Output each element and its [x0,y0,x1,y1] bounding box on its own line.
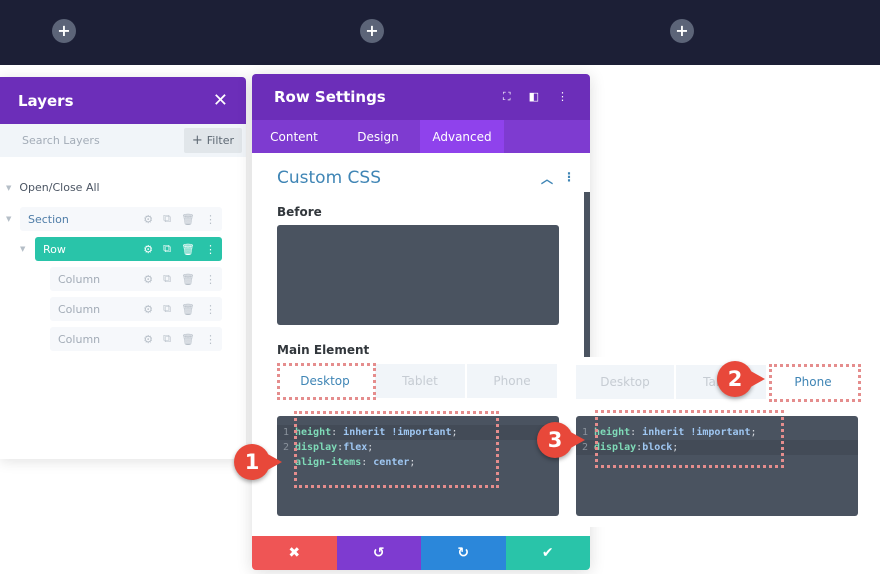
gear-icon[interactable]: ⚙ [143,213,153,226]
more-icon[interactable]: ⋮ [205,243,216,256]
more-icon[interactable]: ⋮ [563,170,575,187]
layers-title: Layers [18,91,74,110]
trash-icon[interactable]: 🗑 [181,213,195,226]
settings-tabs: Content Design Advanced [252,120,590,153]
open-close-all-label: Open/Close All [19,181,100,194]
layer-item-row[interactable]: Row ⚙ ⧉ 🗑 ⋮ [35,237,222,261]
filter-label: Filter [206,134,234,147]
annotation-number: 1 [244,450,260,474]
redo-button[interactable]: ↻ [421,536,506,570]
annotation-badge: 1 [234,444,282,480]
cancel-button[interactable]: ✖ [252,536,337,570]
caret-down-icon: ▼ [6,183,12,192]
layers-panel: Layers ✕ + Filter ▼ Open/Close All ▼ Sec… [0,77,246,459]
layer-label: Column [58,332,101,346]
trash-icon[interactable]: 🗑 [181,273,195,286]
builder-top-bar: + + + [0,0,880,65]
highlight-phone-tab [769,364,861,402]
tab-phone[interactable]: Phone [467,364,557,398]
split-view-icon[interactable]: ◧ [529,90,539,104]
duplicate-icon[interactable]: ⧉ [163,332,171,346]
trash-icon[interactable]: 🗑 [181,243,195,256]
before-css-textarea[interactable] [277,225,559,325]
search-layers-input[interactable] [22,134,162,147]
duplicate-icon[interactable]: ⧉ [163,272,171,286]
line-number: 1 [282,427,289,438]
gear-icon[interactable]: ⚙ [143,303,153,316]
duplicate-icon[interactable]: ⧉ [163,242,171,256]
layer-label: Column [58,302,101,316]
annotation-number: 3 [547,428,563,452]
add-column-button[interactable]: + [52,19,76,43]
tab-design[interactable]: Design [336,120,420,153]
trash-icon[interactable]: 🗑 [181,303,195,316]
tab-advanced[interactable]: Advanced [420,120,504,153]
highlight-desktop-tab [277,363,376,400]
layers-header: Layers ✕ [0,77,246,124]
layer-item-section[interactable]: Section ⚙ ⧉ 🗑 ⋮ [20,207,222,231]
settings-title: Row Settings [274,88,386,106]
layers-search-row: + Filter [0,124,246,157]
check-icon: ✔ [541,545,554,561]
pointer-arrow [264,452,282,472]
more-icon[interactable]: ⋮ [205,273,216,286]
more-icon[interactable]: ⋮ [557,90,568,104]
plus-icon: + [191,133,203,148]
scrollbar[interactable] [584,192,590,357]
undo-button[interactable]: ↺ [336,536,421,570]
layer-label: Row [43,242,66,256]
settings-footer: ✖ ↺ ↻ ✔ [252,536,590,570]
settings-header: Row Settings ⛶ ◧ ⋮ [252,74,590,120]
more-icon[interactable]: ⋮ [205,303,216,316]
highlight-phone-code [595,410,784,468]
custom-css-heading[interactable]: Custom CSS [277,168,381,188]
pointer-arrow [567,430,585,450]
redo-icon: ↻ [457,545,470,561]
expand-icon[interactable]: ⛶ [503,90,511,104]
chevron-up-icon[interactable]: ︿ [541,170,553,187]
gear-icon[interactable]: ⚙ [143,333,153,346]
annotation-badge: 2 [717,361,765,397]
gear-icon[interactable]: ⚙ [143,273,153,286]
duplicate-icon[interactable]: ⧉ [163,302,171,316]
pointer-arrow [747,369,765,389]
save-button[interactable]: ✔ [505,536,590,570]
tab-content[interactable]: Content [252,120,336,153]
layer-item-column[interactable]: Column ⚙ ⧉ 🗑 ⋮ [50,297,222,321]
more-icon[interactable]: ⋮ [205,213,216,226]
highlight-desktop-code [294,411,499,488]
add-column-button[interactable]: + [360,19,384,43]
tab-desktop[interactable]: Desktop [576,365,674,399]
trash-icon[interactable]: 🗑 [181,333,195,346]
layer-label: Section [28,212,69,226]
more-icon[interactable]: ⋮ [205,333,216,346]
annotation-badge: 3 [537,422,585,458]
close-icon: ✖ [288,545,301,561]
close-icon[interactable]: ✕ [213,90,228,111]
undo-icon: ↺ [372,545,385,561]
annotation-number: 2 [727,367,743,391]
layer-label: Column [58,272,101,286]
add-column-button[interactable]: + [670,19,694,43]
tab-tablet[interactable]: Tablet [375,364,465,398]
duplicate-icon[interactable]: ⧉ [163,212,171,226]
layer-item-column[interactable]: Column ⚙ ⧉ 🗑 ⋮ [50,327,222,351]
row-settings-modal: Row Settings ⛶ ◧ ⋮ Content Design Advanc… [252,74,590,570]
filter-button[interactable]: + Filter [183,128,242,153]
caret-down-icon[interactable]: ▼ [20,245,25,253]
main-element-label: Main Element [277,343,370,357]
gear-icon[interactable]: ⚙ [143,243,153,256]
open-close-all-toggle[interactable]: ▼ Open/Close All [6,181,100,194]
caret-down-icon[interactable]: ▼ [6,215,11,223]
layer-item-column[interactable]: Column ⚙ ⧉ 🗑 ⋮ [50,267,222,291]
before-label: Before [277,205,322,219]
